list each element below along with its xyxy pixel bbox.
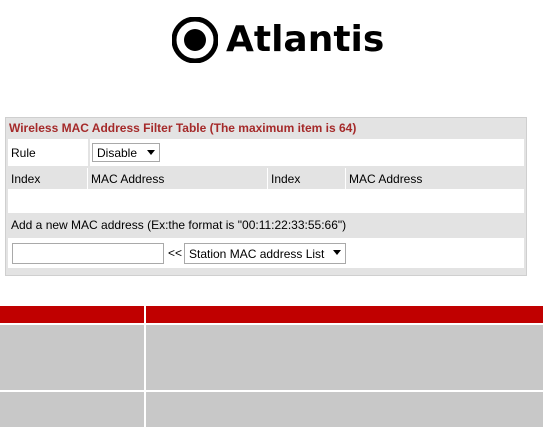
mac-filter-panel: Wireless MAC Address Filter Table (The m… [5, 117, 527, 276]
column-header-index-2: Index [268, 168, 346, 189]
rule-select[interactable]: Disable [92, 143, 160, 162]
add-mac-label: Add a new MAC address (Ex:the format is … [11, 218, 347, 232]
page: Atlantis Wireless MAC Address Filter Tab… [0, 0, 543, 427]
rule-row: Rule Disable [8, 139, 524, 166]
desc-row-1-cell-2 [146, 325, 543, 390]
rule-label: Rule [8, 139, 88, 166]
add-mac-row: Add a new MAC address (Ex:the format is … [8, 214, 524, 236]
table-header-row: Index MAC Address Index MAC Address [8, 168, 524, 189]
desc-row-2-cell-2 [146, 392, 543, 427]
chevron-down-icon [333, 250, 341, 255]
desc-row-2-cell-1 [0, 392, 144, 427]
mac-input-row: << Station MAC address List [8, 238, 524, 268]
atlantis-logo: Atlantis [172, 17, 384, 63]
station-select-value: Station MAC address List [189, 246, 325, 261]
desc-header-cell-2 [146, 306, 543, 323]
empty-table-row [8, 189, 524, 213]
logo-brand-text: Atlantis [226, 19, 385, 60]
panel-title: Wireless MAC Address Filter Table (The m… [9, 121, 357, 135]
column-header-mac-1: MAC Address [88, 168, 268, 189]
atlantis-logo-icon [172, 17, 218, 63]
station-mac-select[interactable]: Station MAC address List [184, 243, 346, 264]
copy-arrow-label: << [168, 246, 183, 260]
chevron-down-icon [147, 150, 155, 155]
desc-row-1-cell-1 [0, 325, 144, 390]
rule-select-value: Disable [97, 145, 138, 160]
mac-address-input[interactable] [12, 243, 164, 264]
column-header-index-1: Index [8, 168, 88, 189]
rule-value-cell: Disable [90, 139, 524, 166]
description-table [0, 306, 543, 427]
desc-header-cell-1 [0, 306, 144, 323]
column-header-mac-2: MAC Address [346, 168, 524, 189]
